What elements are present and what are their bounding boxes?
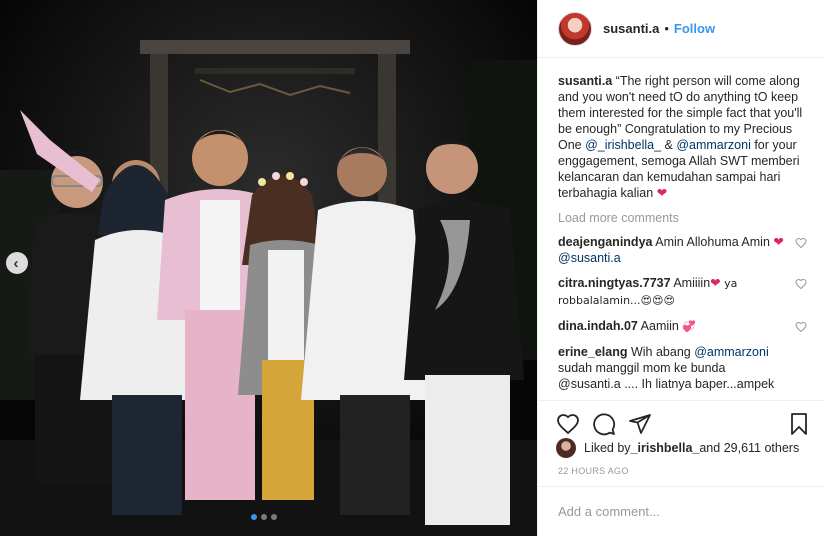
follow-button[interactable]: Follow	[674, 21, 715, 36]
list-item: citra.ningtyas.7737 Amiiiin❤ ya robbalal…	[558, 275, 809, 309]
carousel-dot	[261, 514, 267, 520]
avatar[interactable]	[556, 438, 576, 458]
carousel-dot	[271, 514, 277, 520]
comment-mention[interactable]: @susanti.a	[558, 251, 621, 265]
post-actions	[538, 400, 824, 440]
heart-emoji: ❤	[656, 186, 668, 200]
caption-mention[interactable]: @_irishbella_	[585, 138, 661, 152]
heart-icon[interactable]	[795, 278, 807, 290]
comment-icon[interactable]	[592, 412, 616, 436]
carousel-indicator	[251, 514, 277, 520]
heart-emoji: ❤	[773, 235, 784, 249]
heart-icon[interactable]	[556, 412, 580, 436]
post-header: susanti.a • Follow	[538, 0, 824, 58]
comment-text: Amiiiin	[670, 276, 711, 290]
comment-text: Amin Allohuma Amin	[652, 235, 774, 249]
post-caption: susanti.a “The right person will come al…	[558, 73, 809, 201]
header-username[interactable]: susanti.a	[603, 21, 659, 36]
bookmark-icon[interactable]	[787, 412, 811, 436]
heart-emoji: ❤	[710, 276, 721, 290]
carousel-prev-button[interactable]: ‹	[6, 252, 28, 274]
likes-user[interactable]: _irishbella_	[631, 441, 700, 455]
post-timestamp[interactable]: 22 HOURS AGO	[558, 466, 629, 476]
post-sidebar: susanti.a • Follow susanti.a “The right …	[537, 0, 824, 536]
photo-scene	[0, 0, 537, 536]
carousel-dot	[251, 514, 257, 520]
comment-text: sudah manggil mom ke bunda @susanti.a ..…	[558, 361, 775, 391]
header-separator: •	[664, 21, 669, 36]
heart-emoji: 💞	[682, 320, 697, 333]
likes-label: Liked by	[584, 441, 631, 455]
comment-username[interactable]: citra.ningtyas.7737	[558, 276, 671, 290]
comment-username[interactable]: dina.indah.07	[558, 319, 638, 333]
list-item: deajenganindya Amin Allohuma Amin ❤ @susa…	[558, 234, 809, 266]
post-photo[interactable]: ‹	[0, 0, 537, 536]
share-icon[interactable]	[628, 412, 652, 436]
list-item: erine_elang Wih abang @ammarzoni sudah m…	[558, 344, 809, 392]
avatar[interactable]	[558, 11, 592, 46]
comment-mention[interactable]: @ammarzoni	[694, 345, 769, 359]
comment-username[interactable]: erine_elang	[558, 345, 627, 359]
caption-mention[interactable]: @ammarzoni	[676, 138, 751, 152]
comment-input[interactable]	[558, 504, 805, 519]
likes-count[interactable]: and 29,611 others	[699, 441, 799, 455]
heart-icon[interactable]	[795, 321, 807, 333]
comments-list[interactable]: susanti.a “The right person will come al…	[538, 59, 824, 394]
comment-text: Aamiin	[637, 319, 683, 333]
comment-text: Wih abang	[627, 345, 695, 359]
heart-icon[interactable]	[795, 237, 807, 249]
comment-username[interactable]: deajenganindya	[558, 235, 652, 249]
likes-summary: Liked by _irishbella_ and 29,611 others	[556, 438, 799, 458]
caption-text: &	[661, 138, 677, 152]
load-more-comments-button[interactable]: Load more comments	[558, 211, 809, 225]
caption-username[interactable]: susanti.a	[558, 74, 612, 88]
chevron-left-icon: ‹	[13, 254, 19, 272]
add-comment-bar	[538, 486, 824, 536]
list-item: dina.indah.07 Aamiin 💞	[558, 318, 809, 335]
